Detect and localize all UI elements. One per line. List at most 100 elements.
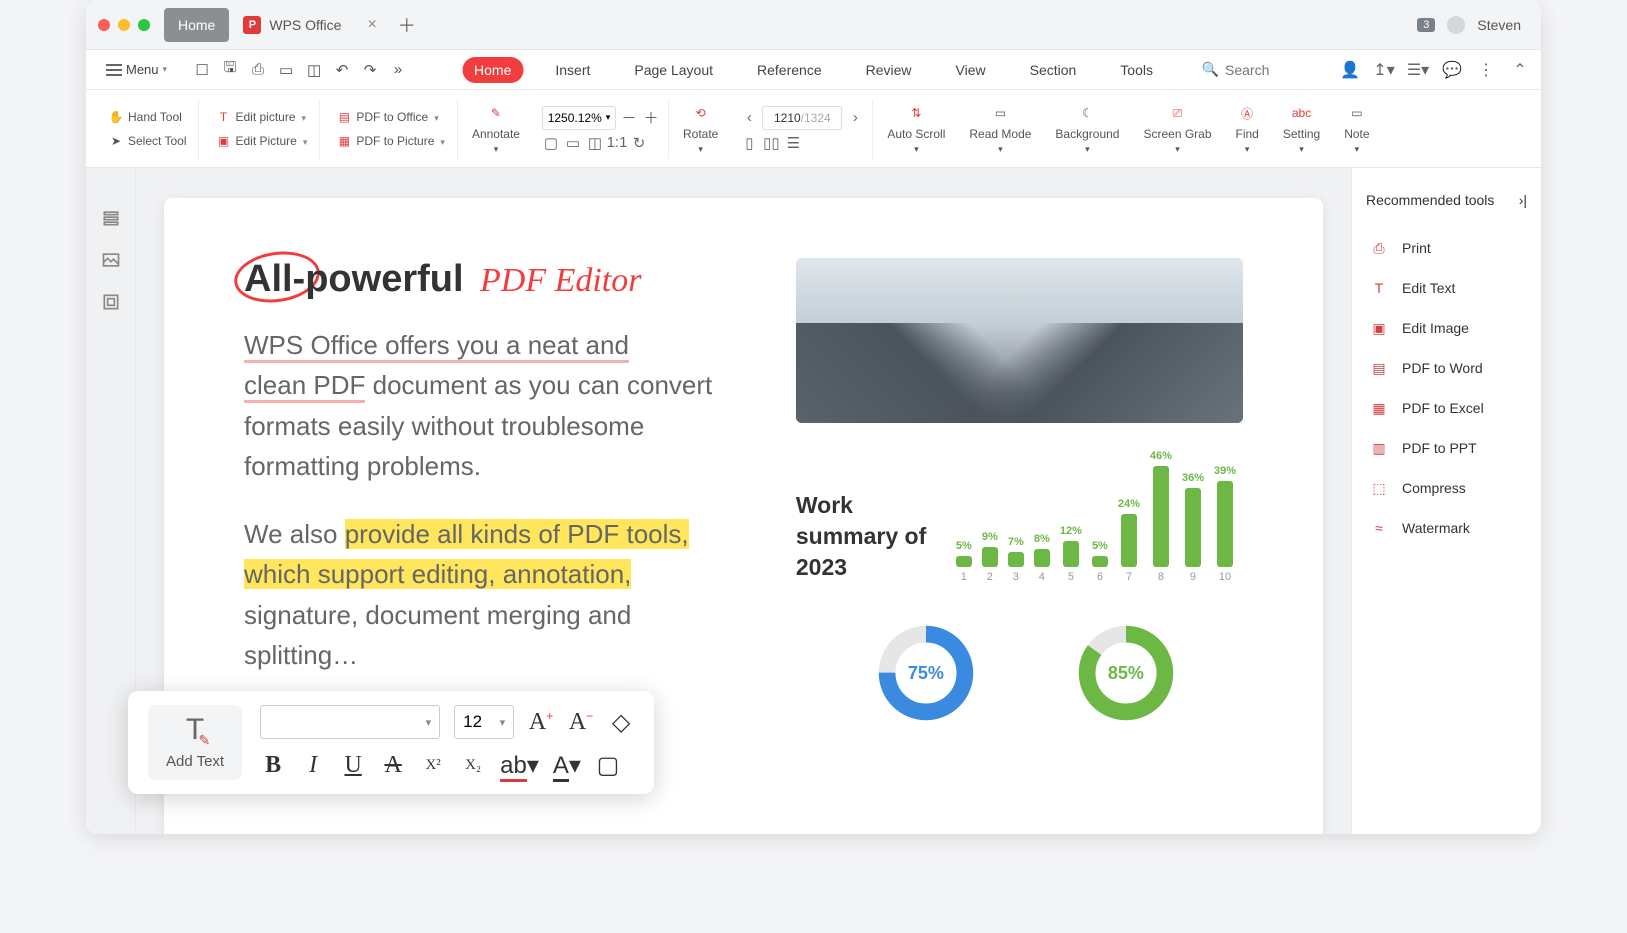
- minimize-window-button[interactable]: [118, 19, 130, 31]
- bar-5: 12%5: [1060, 525, 1082, 583]
- continuous-icon[interactable]: ☰: [784, 134, 802, 152]
- export-icon[interactable]: ◫: [305, 61, 323, 79]
- attachment-icon[interactable]: [101, 292, 121, 312]
- rp-item-print[interactable]: ⎙Print: [1366, 228, 1527, 268]
- save-icon[interactable]: 🖫: [221, 61, 239, 79]
- decrease-font-button[interactable]: A−: [568, 709, 594, 736]
- font-family-select[interactable]: ▾: [260, 705, 440, 739]
- font-size-select[interactable]: 12▾: [454, 705, 514, 739]
- note-button[interactable]: ▭Note▾: [1334, 102, 1379, 155]
- strikethrough-button[interactable]: A: [380, 752, 406, 779]
- select-tool-button[interactable]: ➤Select Tool: [104, 131, 190, 151]
- ribbon-tab-view[interactable]: View: [944, 57, 998, 83]
- tab-home[interactable]: Home: [164, 8, 229, 42]
- camera-icon: ⎚: [1166, 102, 1188, 124]
- screen-grab-button[interactable]: ⎚Screen Grab▾: [1133, 102, 1221, 155]
- group-convert: ▤PDF to Office ▦PDF to Picture: [324, 99, 458, 159]
- zoom-in-icon[interactable]: ＋: [642, 109, 660, 127]
- fit-width-icon[interactable]: ▭: [564, 134, 582, 152]
- rp-icon: ▤: [1370, 359, 1388, 377]
- ribbon-tab-insert[interactable]: Insert: [543, 57, 602, 83]
- more-icon[interactable]: »: [389, 61, 407, 79]
- collapse-panel-icon[interactable]: ›|: [1519, 192, 1527, 208]
- ribbon-tab-review[interactable]: Review: [854, 57, 924, 83]
- fit-page-icon[interactable]: ▢: [542, 134, 560, 152]
- print-icon[interactable]: ⎙: [249, 61, 267, 79]
- clear-format-button[interactable]: ▢: [595, 751, 621, 780]
- auto-scroll-button[interactable]: ⇅Auto Scroll▾: [877, 102, 955, 155]
- zoom-level[interactable]: 1250.12%▾: [542, 106, 616, 130]
- redo-icon[interactable]: ↷: [361, 61, 379, 79]
- ribbon-tab-home[interactable]: Home: [462, 57, 523, 83]
- single-page-icon[interactable]: ▯: [740, 134, 758, 152]
- maximize-window-button[interactable]: [138, 19, 150, 31]
- setting-button[interactable]: abcSetting▾: [1273, 102, 1330, 155]
- kebab-icon[interactable]: ⋮: [1477, 61, 1495, 79]
- search-input[interactable]: [1225, 62, 1325, 78]
- add-text-button[interactable]: T Add Text: [148, 705, 242, 780]
- close-window-button[interactable]: [98, 19, 110, 31]
- tab-document[interactable]: P WPS Office ×: [229, 8, 390, 42]
- eraser-button[interactable]: ◇: [608, 708, 634, 737]
- print-preview-icon[interactable]: ▭: [277, 61, 295, 79]
- outline-icon[interactable]: [101, 208, 121, 228]
- share-icon[interactable]: 👤: [1341, 61, 1359, 79]
- notification-badge[interactable]: 3: [1417, 18, 1435, 32]
- undo-icon[interactable]: ↶: [333, 61, 351, 79]
- reflow-icon[interactable]: ↻: [630, 134, 648, 152]
- italic-button[interactable]: I: [300, 752, 326, 779]
- rp-item-pdf-to-ppt[interactable]: ▥PDF to PPT: [1366, 428, 1527, 468]
- pdf-to-office-button[interactable]: ▤PDF to Office: [332, 107, 449, 127]
- underline-button[interactable]: U: [340, 752, 366, 779]
- page-number-input[interactable]: 1210/1324: [762, 106, 842, 130]
- hand-tool-button[interactable]: ✋Hand Tool: [104, 107, 190, 127]
- increase-font-button[interactable]: A+: [528, 709, 554, 736]
- close-tab-icon[interactable]: ×: [367, 16, 376, 34]
- avatar[interactable]: [1447, 16, 1465, 34]
- next-page-icon[interactable]: ›: [846, 109, 864, 127]
- read-mode-button[interactable]: ▭Read Mode▾: [959, 102, 1041, 155]
- rp-item-pdf-to-excel[interactable]: ▦PDF to Excel: [1366, 388, 1527, 428]
- edit-picture2-button[interactable]: ▣Edit Picture: [211, 131, 311, 151]
- pdf-icon: ▤: [336, 109, 352, 125]
- background-button[interactable]: ☾Background▾: [1045, 102, 1129, 155]
- find-button[interactable]: ⒶFind▾: [1226, 102, 1269, 155]
- book-icon: ▭: [989, 102, 1011, 124]
- main-menu-button[interactable]: Menu ▾: [98, 58, 175, 81]
- layout-icon[interactable]: ☰▾: [1409, 61, 1427, 79]
- superscript-button[interactable]: X²: [420, 757, 446, 774]
- open-icon[interactable]: ☐: [193, 61, 211, 79]
- rotate-button[interactable]: ⟲ Rotate▾: [673, 102, 728, 155]
- chat-icon[interactable]: 💬: [1443, 61, 1461, 79]
- find-icon: Ⓐ: [1236, 102, 1258, 124]
- highlight-button[interactable]: ab▾: [500, 751, 539, 780]
- abc-icon: abc: [1291, 102, 1313, 124]
- pdf-to-picture-button[interactable]: ▦PDF to Picture: [332, 131, 449, 151]
- ribbon-tab-tools[interactable]: Tools: [1108, 57, 1165, 83]
- ribbon-tab-reference[interactable]: Reference: [745, 57, 834, 83]
- ribbon-tab-layout[interactable]: Page Layout: [622, 57, 725, 83]
- rp-item-edit-image[interactable]: ▣Edit Image: [1366, 308, 1527, 348]
- bold-button[interactable]: B: [260, 752, 286, 779]
- prev-page-icon[interactable]: ‹: [740, 109, 758, 127]
- search-box[interactable]: 🔍: [1202, 61, 1325, 78]
- subscript-button[interactable]: X₂: [460, 757, 486, 774]
- upload-icon[interactable]: ↥▾: [1375, 61, 1393, 79]
- rp-item-watermark[interactable]: ≈Watermark: [1366, 508, 1527, 548]
- annotate-button[interactable]: ✎ Annotate▾: [462, 102, 530, 155]
- rp-item-compress[interactable]: ⬚Compress: [1366, 468, 1527, 508]
- rp-item-pdf-to-word[interactable]: ▤PDF to Word: [1366, 348, 1527, 388]
- thumbnail-icon[interactable]: [101, 250, 121, 270]
- actual-size-icon[interactable]: ◫: [586, 134, 604, 152]
- zoom-out-icon[interactable]: －: [620, 109, 638, 127]
- username[interactable]: Steven: [1477, 17, 1521, 33]
- ribbon-tab-section[interactable]: Section: [1018, 57, 1089, 83]
- zoom1-icon[interactable]: 1:1: [608, 134, 626, 152]
- collapse-ribbon-icon[interactable]: ⌃: [1511, 61, 1529, 79]
- edit-picture-button[interactable]: TEdit picture: [211, 107, 311, 127]
- titlebar-right: 3 Steven: [1417, 16, 1529, 34]
- font-color-button[interactable]: A▾: [553, 751, 581, 780]
- two-page-icon[interactable]: ▯▯: [762, 134, 780, 152]
- rp-item-edit-text[interactable]: TEdit Text: [1366, 268, 1527, 308]
- new-tab-button[interactable]: ＋: [395, 12, 419, 38]
